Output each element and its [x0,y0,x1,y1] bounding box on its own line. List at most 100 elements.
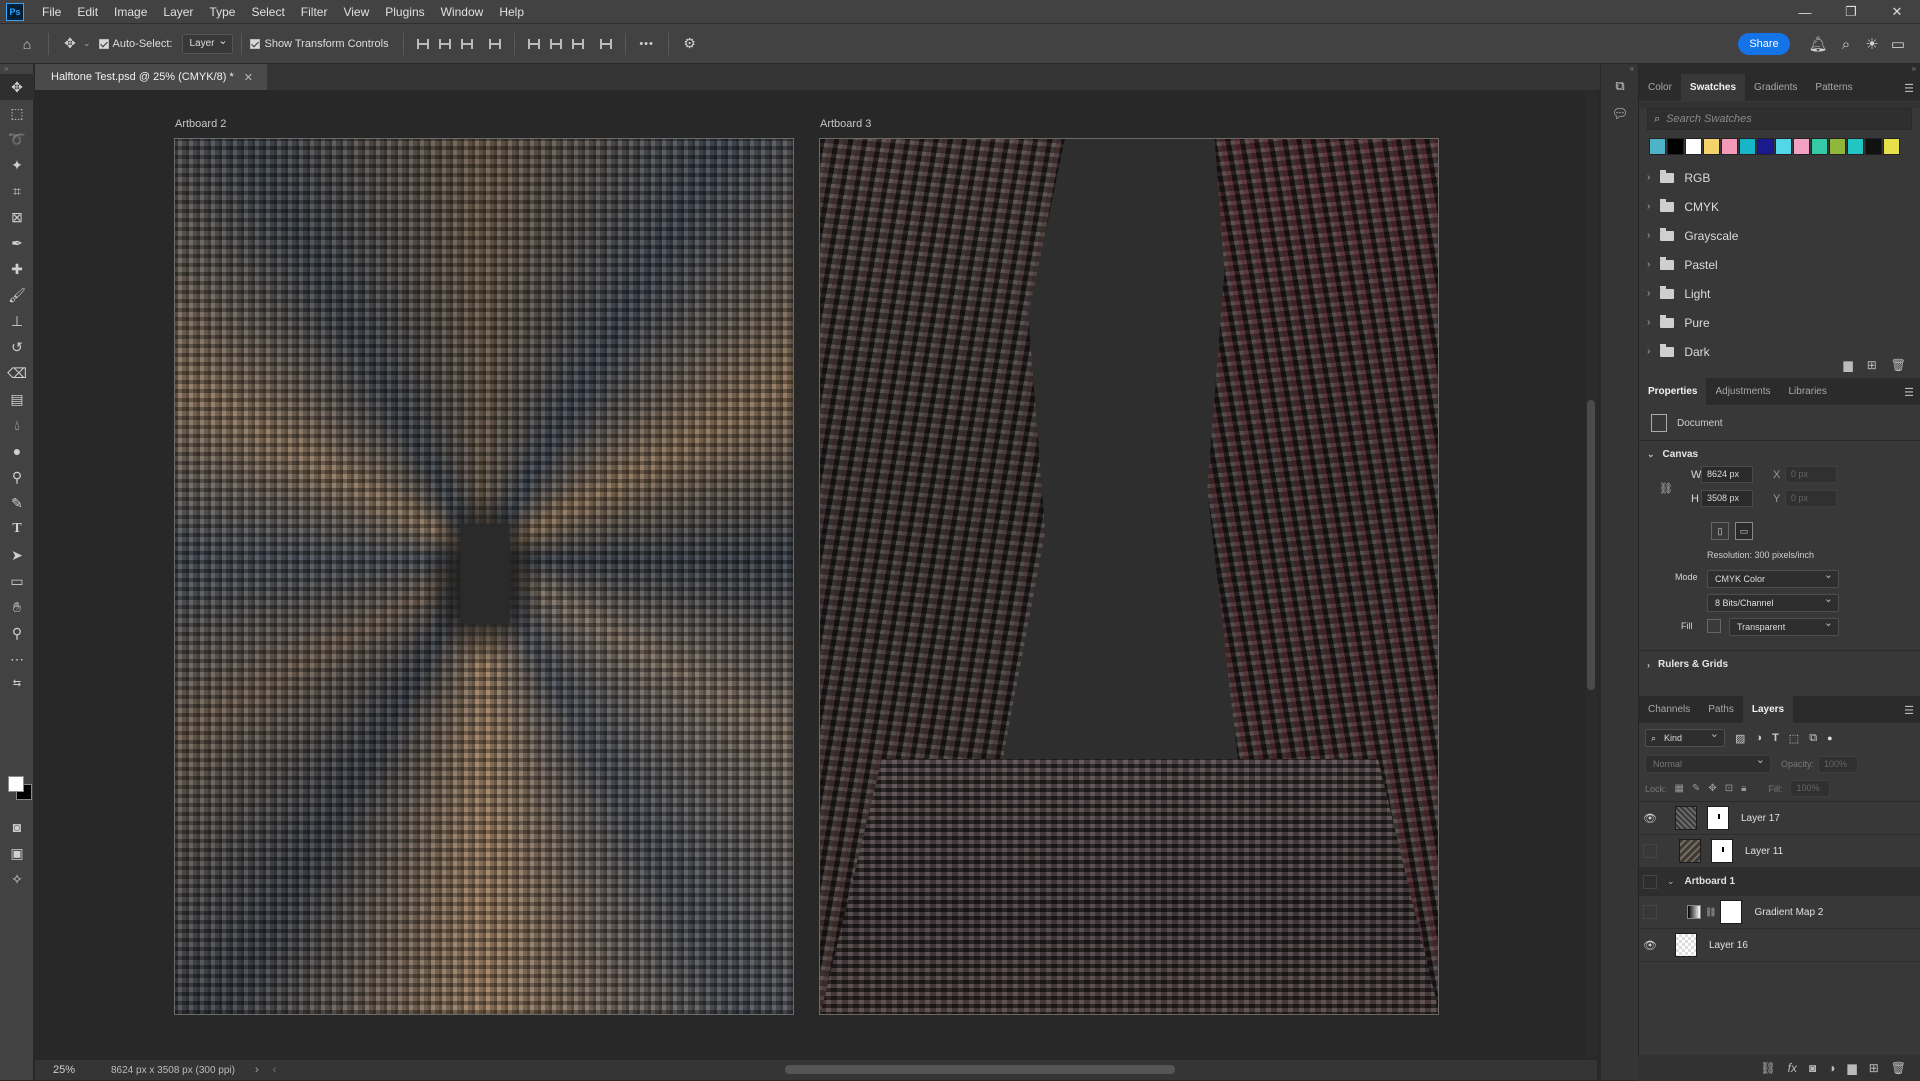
quick-mask-icon[interactable]: ◙ [0,814,34,840]
scroll-left-icon[interactable]: ‹ [273,1064,277,1076]
more-options-icon[interactable]: ••• [634,31,660,57]
bit-depth-dropdown[interactable]: 8 Bits/Channel [1707,591,1839,612]
color-swatch[interactable] [1829,138,1846,155]
dodge-tool-icon[interactable]: ● [0,438,34,464]
panel-menu-icon[interactable]: ☰ [1904,386,1914,399]
layer-style-fx-icon[interactable]: fx [1788,1061,1797,1075]
tab-swatches[interactable]: Swatches [1680,73,1746,102]
link-layers-icon[interactable]: ⛓ [1760,1061,1775,1075]
color-swatch[interactable] [1775,138,1792,155]
blend-mode-dropdown[interactable]: Normal [1645,752,1771,773]
close-button[interactable]: ✕ [1874,0,1920,24]
history-brush-tool-icon[interactable]: ↺ [0,334,34,360]
link-chain-icon[interactable]: ⛓ [1705,907,1716,918]
delete-trash-icon[interactable]: 🗑︎ [1891,358,1906,372]
document-tab[interactable]: Halftone Test.psd @ 25% (CMYK/8) * ✕ [35,64,267,90]
new-layer-icon[interactable]: ⊞ [1869,1061,1879,1075]
eyedropper-tool-icon[interactable]: ✒ [0,230,34,256]
vertical-scroll-thumb[interactable] [1587,400,1595,690]
filter-toggle-icon[interactable]: ● [1827,733,1832,743]
artboard-group-row[interactable]: ⌄ Artboard 1 [1639,868,1920,896]
tab-gradients[interactable]: Gradients [1745,74,1806,102]
filter-smart-object-icon[interactable]: ⧉ [1809,732,1817,745]
new-group-folder-icon[interactable]: ▆ [1847,1061,1856,1075]
opacity-field[interactable]: 100% [1818,755,1859,773]
landscape-orientation-icon[interactable]: ▭ [1735,522,1753,540]
show-transform-controls-checkbox[interactable]: Show Transform Controls [250,38,389,50]
lasso-tool-icon[interactable]: ➰ [0,126,34,152]
color-swatch[interactable] [1667,138,1684,155]
color-swatch[interactable] [1649,138,1666,155]
artboard-2[interactable] [174,138,794,1015]
eye-visibility-icon[interactable]: 👁︎ [1639,812,1661,825]
portrait-orientation-icon[interactable]: ▯ [1711,522,1729,540]
default-colors-icon[interactable]: ⇆ [0,672,34,694]
tab-color[interactable]: Color [1639,74,1681,102]
distribute-vertically-icon[interactable] [484,33,506,55]
foreground-color-swatch[interactable] [8,776,24,792]
color-swatch[interactable] [1793,138,1810,155]
visibility-toggle-off[interactable] [1643,874,1657,889]
layer-name[interactable]: Layer 16 [1709,940,1748,951]
swatch-folder-rgb[interactable]: › RGB [1639,163,1920,192]
swatch-folder-pastel[interactable]: › Pastel [1639,250,1920,279]
tab-paths[interactable]: Paths [1699,696,1743,724]
pen-tool-icon[interactable]: ✎ [0,490,34,516]
collapse-panels-icon[interactable]: » [1639,64,1920,74]
collapse-dock-icon[interactable]: « [1601,64,1638,73]
align-bottom-edges-icon[interactable] [567,33,589,55]
swatch-folder-grayscale[interactable]: › Grayscale [1639,221,1920,250]
layer-mask-thumbnail[interactable] [1720,900,1743,924]
path-selection-tool-icon[interactable]: ➤ [0,542,34,568]
minimize-button[interactable]: — [1782,0,1828,24]
rectangle-tool-icon[interactable]: ▭ [0,568,34,594]
tab-layers[interactable]: Layers [1742,695,1794,724]
align-top-edges-icon[interactable] [523,33,545,55]
close-tab-icon[interactable]: ✕ [244,71,253,84]
filter-kind-dropdown[interactable]: ⌕ Kind [1645,726,1725,747]
fill-color-swatch[interactable] [1707,619,1721,633]
distribute-horizontally-icon[interactable] [595,33,617,55]
magic-wand-tool-icon[interactable]: ✦ [0,152,34,178]
color-swatch[interactable] [1739,138,1756,155]
artboard-2-label[interactable]: Artboard 2 [175,118,226,130]
frame-tool-icon[interactable]: ⊠ [0,204,34,230]
layer-row[interactable]: 👁︎ Layer 16 [1639,929,1920,962]
eye-visibility-icon[interactable]: 👁︎ [1639,939,1661,952]
align-left-edges-icon[interactable] [412,33,434,55]
zoom-tool-icon[interactable]: ⚲ [0,620,34,646]
layer-row[interactable]: ⛓ Gradient Map 2 [1639,896,1920,929]
layer-name[interactable]: Layer 17 [1741,813,1780,824]
visibility-toggle-off[interactable] [1643,905,1657,919]
layer-mask-thumbnail[interactable] [1711,839,1733,863]
swatch-folder-cmyk[interactable]: › CMYK [1639,192,1920,221]
horizontal-scroll-thumb[interactable] [785,1065,1175,1074]
add-mask-icon[interactable]: ◙ [1809,1061,1816,1075]
vertical-scrollbar[interactable] [1585,90,1597,1058]
magnifier-dodge-icon[interactable]: ⚲ [0,464,34,490]
menu-select[interactable]: Select [243,0,292,24]
restore-button[interactable]: ❐ [1828,0,1874,24]
artboard-group-name[interactable]: Artboard 1 [1685,876,1736,887]
visibility-toggle-off[interactable] [1643,844,1657,858]
menu-layer[interactable]: Layer [155,0,201,24]
layer-name[interactable]: Gradient Map 2 [1754,907,1823,918]
settings-gear-icon[interactable]: ⚙ [677,31,703,57]
share-button[interactable]: Share [1738,33,1790,55]
comments-panel-icon[interactable]: 💬︎ [1601,100,1639,128]
color-swatch[interactable] [1721,138,1738,155]
clone-stamp-tool-icon[interactable]: ⊥ [0,308,34,334]
menu-type[interactable]: Type [201,0,243,24]
align-vertical-centers-icon[interactable] [545,33,567,55]
artboard-3-label[interactable]: Artboard 3 [820,118,871,130]
screen-mode-icon[interactable]: ▣ [0,840,34,866]
discover-lightbulb-icon[interactable]: ☀︎ [1860,32,1884,56]
auto-select-checkbox[interactable]: Auto-Select: [98,38,172,50]
color-swatch[interactable] [1865,138,1882,155]
move-tool-preset-icon[interactable]: ✥ [57,31,83,57]
lock-position-icon[interactable]: ✥ [1708,783,1716,794]
hand-tool-icon[interactable]: ✋︎ [0,594,34,620]
crop-tool-icon[interactable]: ⌗ [0,178,34,204]
collapse-toolbar-icon[interactable]: » [0,64,33,74]
layer-mask-thumbnail[interactable] [1707,806,1729,830]
